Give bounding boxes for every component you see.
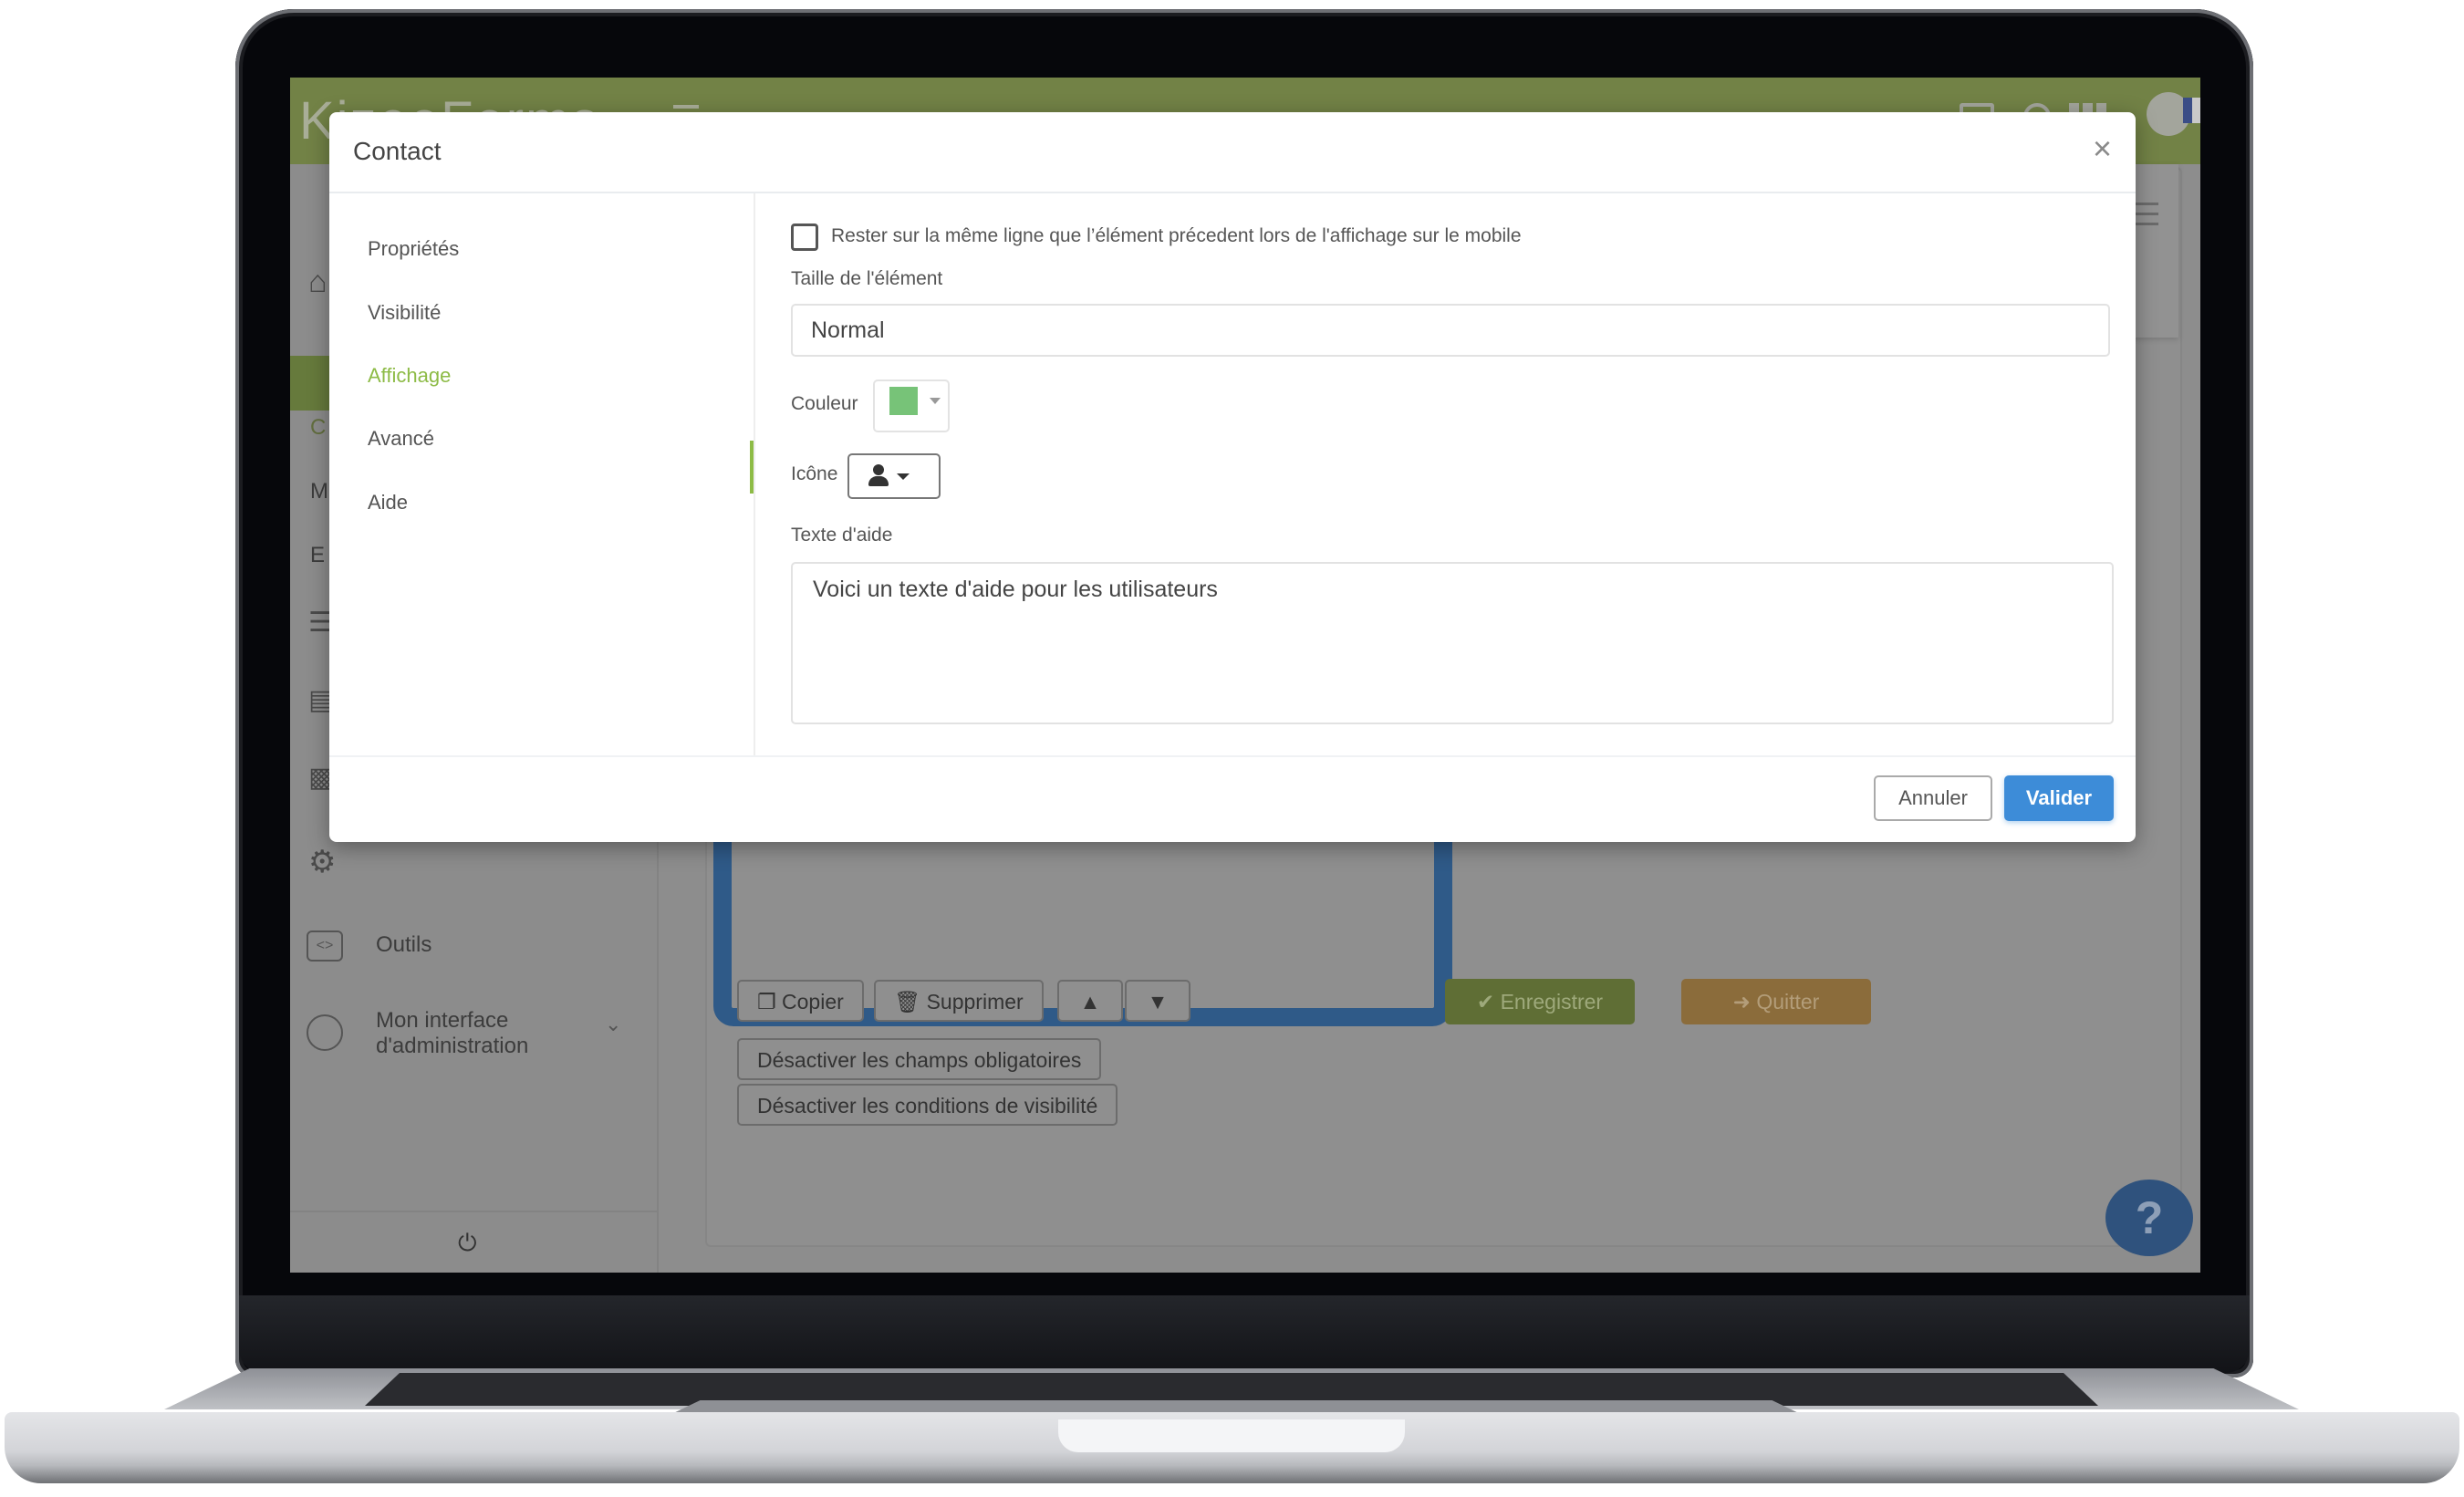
- modal-footer-divider: [329, 755, 2136, 757]
- quit-button[interactable]: ➜ Quitter: [1681, 979, 1871, 1024]
- gear-icon[interactable]: ⚙: [308, 844, 336, 880]
- color-swatch: [889, 387, 918, 415]
- tab-affichage[interactable]: Affichage: [368, 364, 451, 388]
- icon-label: Icône: [791, 463, 838, 484]
- sidebar-item-c[interactable]: C: [310, 415, 326, 441]
- tab-avance[interactable]: Avancé: [368, 427, 434, 451]
- help-text-input[interactable]: Voici un texte d'aide pour les utilisate…: [791, 562, 2114, 724]
- chevron-up-circle-icon: ▲: [1079, 990, 1101, 1014]
- flag-fr-icon[interactable]: [2183, 98, 2200, 123]
- modal-nav: Propriétés Visibilité Affichage Avancé A…: [329, 193, 755, 755]
- modal-title: Contact: [353, 137, 442, 165]
- sidebar-item-m[interactable]: M: [310, 479, 328, 504]
- code-icon: <>: [307, 930, 343, 962]
- help-text-label: Texte d'aide: [791, 525, 893, 546]
- field-settings-modal: Contact × Propriétés Visibilité Affichag…: [329, 112, 2136, 842]
- color-picker[interactable]: [873, 379, 950, 432]
- caret-down-icon: [897, 473, 910, 480]
- save-button[interactable]: ✔ Enregistrer: [1445, 979, 1635, 1024]
- tab-visibilite[interactable]: Visibilité: [368, 301, 441, 325]
- power-icon[interactable]: ⏻: [458, 1229, 477, 1258]
- tab-proprietes[interactable]: Propriétés: [368, 237, 459, 261]
- sidebar-footer: ⏻: [290, 1211, 657, 1273]
- user-icon: [307, 1014, 343, 1051]
- trash-icon: 🗑: [894, 990, 927, 1014]
- sign-out-icon: ➜: [1732, 990, 1757, 1014]
- delete-label: Supprimer: [926, 990, 1024, 1014]
- copy-label: Copier: [782, 990, 844, 1014]
- same-line-label: Rester sur la même ligne que l’élément p…: [831, 225, 1522, 246]
- submit-button[interactable]: Valider: [2004, 775, 2114, 821]
- copy-button[interactable]: ❐ Copier: [737, 980, 864, 1022]
- disable-required-button[interactable]: Désactiver les champs obligatoires: [737, 1038, 1102, 1080]
- disable-visibility-button[interactable]: Désactiver les conditions de visibilité: [737, 1084, 1118, 1126]
- move-down-button[interactable]: ▼: [1125, 980, 1190, 1022]
- sidebar-item-admin[interactable]: Mon interface d'administration: [376, 1008, 577, 1059]
- user-icon-body: [868, 476, 889, 486]
- sidebar-item-e[interactable]: E: [310, 543, 325, 568]
- cancel-button[interactable]: Annuler: [1874, 775, 1992, 821]
- menu-toggle-icon[interactable]: [673, 105, 699, 109]
- laptop-bezel-bottom: [239, 1295, 2250, 1373]
- check-icon: ✔: [1476, 990, 1501, 1014]
- user-icon: [873, 464, 884, 475]
- modal-header: Contact ×: [329, 112, 2136, 193]
- same-line-checkbox[interactable]: [791, 224, 818, 251]
- size-select[interactable]: Normal: [791, 304, 2110, 357]
- save-label: Enregistrer: [1500, 990, 1604, 1014]
- chevron-down-circle-icon: ▼: [1147, 990, 1169, 1014]
- help-button[interactable]: ?: [2105, 1180, 2193, 1256]
- color-label: Couleur: [791, 393, 858, 414]
- chevron-down-icon[interactable]: ⌄: [605, 1013, 621, 1036]
- tab-aide[interactable]: Aide: [368, 491, 408, 515]
- delete-button[interactable]: 🗑 Supprimer: [874, 980, 1044, 1022]
- home-icon[interactable]: ⌂: [308, 265, 327, 300]
- sidebar-item-tools[interactable]: Outils: [376, 932, 431, 958]
- caret-down-icon: [930, 398, 941, 404]
- close-icon[interactable]: ×: [2093, 132, 2112, 165]
- move-up-button[interactable]: ▲: [1057, 980, 1123, 1022]
- icon-picker[interactable]: [847, 453, 941, 499]
- size-label: Taille de l'élément: [791, 268, 943, 289]
- laptop-notch: [1058, 1419, 1405, 1452]
- hamburger-icon[interactable]: [2133, 203, 2158, 205]
- active-tab-indicator: [750, 441, 754, 494]
- copy-icon: ❐: [757, 990, 783, 1014]
- quit-label: Quitter: [1756, 990, 1820, 1014]
